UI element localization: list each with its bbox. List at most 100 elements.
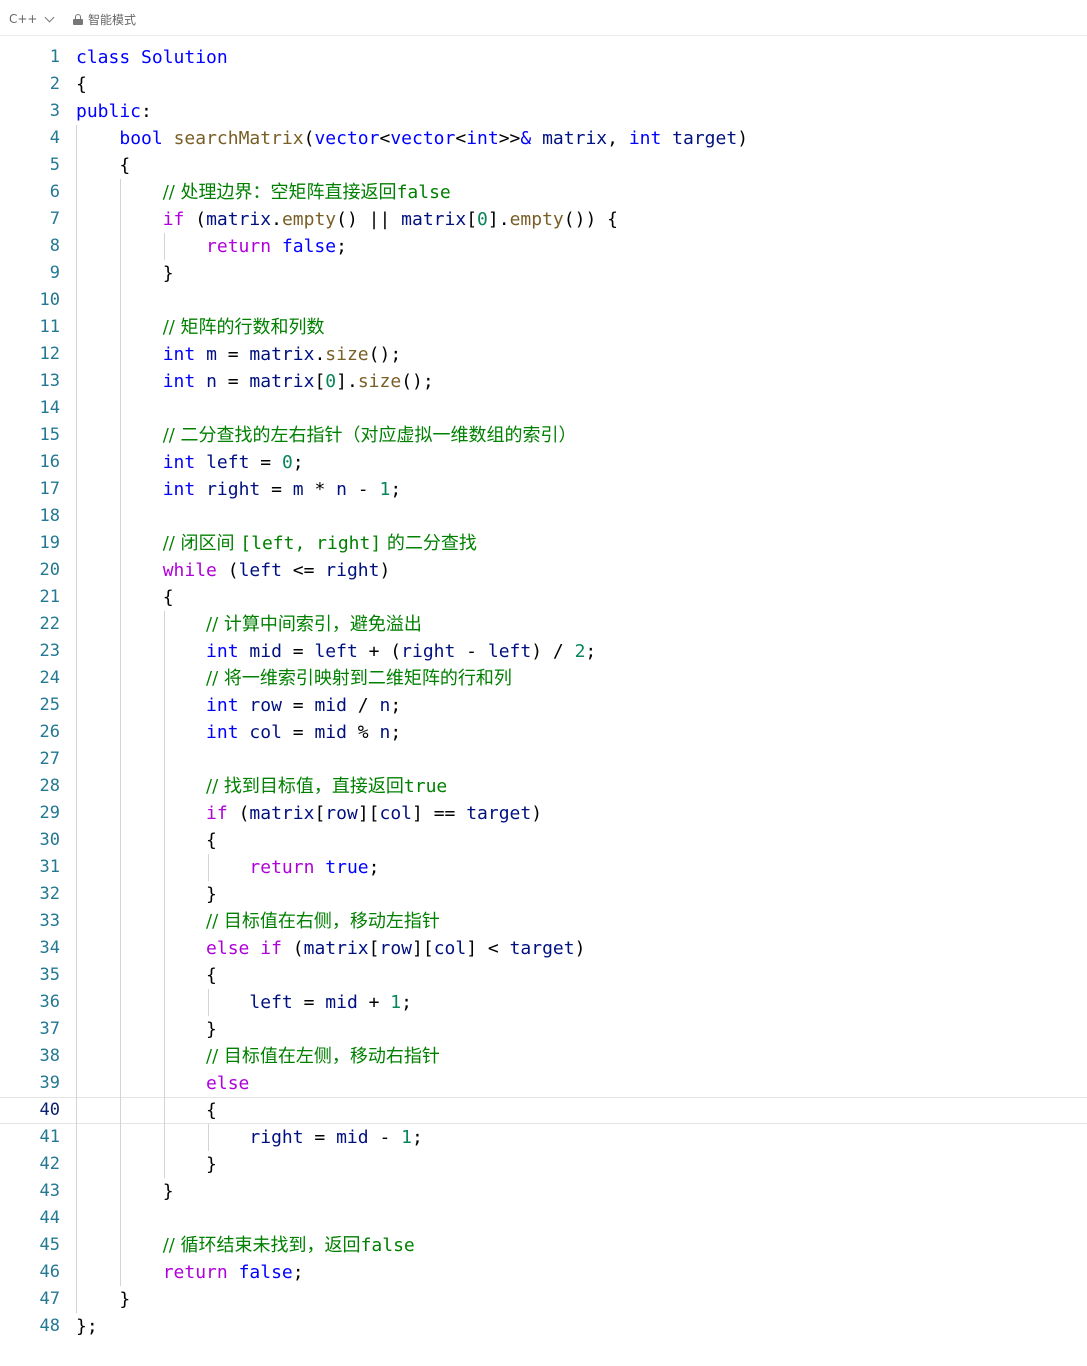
line-number: 9	[49, 263, 60, 283]
code-text: // 二分查找的左右指针（对应虚拟一维数组的索引）	[162, 425, 577, 446]
code-line[interactable]: 16 int left = 0;	[0, 449, 1087, 476]
line-number: 28	[39, 776, 60, 796]
code-line[interactable]: 10	[0, 287, 1087, 314]
chevron-down-icon	[44, 12, 54, 22]
line-number: 29	[39, 803, 60, 823]
code-text: // 闭区间 [left, right] 的二分查找	[162, 533, 477, 554]
line-number: 27	[39, 749, 60, 769]
code-text: {	[76, 1100, 217, 1121]
code-text: // 目标值在左侧，移动右指针	[206, 1046, 440, 1067]
code-line[interactable]: 13 int n = matrix[0].size();	[0, 368, 1087, 395]
code-text: int col = mid % n;	[206, 722, 402, 743]
line-number: 5	[49, 155, 60, 175]
line-number: 18	[39, 506, 60, 526]
line-number: 30	[39, 830, 60, 850]
line-number: 15	[39, 425, 60, 445]
code-text: }	[76, 1289, 131, 1310]
code-text: }	[76, 1181, 174, 1202]
code-text: // 找到目标值，直接返回true	[206, 776, 448, 797]
code-text: left = mid + 1;	[249, 992, 412, 1013]
line-number: 41	[39, 1127, 60, 1147]
code-line[interactable]: 12 int m = matrix.size();	[0, 341, 1087, 368]
lock-icon	[73, 13, 83, 25]
code-editor[interactable]: 1 class Solution 2{3 public: 4 bool searchMa…	[0, 44, 1087, 1366]
line-number: 43	[39, 1181, 60, 1201]
code-line[interactable]: 48};	[0, 1313, 1087, 1340]
line-number: 35	[39, 965, 60, 985]
line-number: 25	[39, 695, 60, 715]
code-text: }	[76, 1019, 217, 1040]
editor-toolbar: C++ 智能模式	[0, 0, 1087, 36]
indent-guide	[208, 989, 209, 1016]
language-select[interactable]: C++	[9, 11, 54, 27]
line-number: 45	[39, 1235, 60, 1255]
line-number: 23	[39, 641, 60, 661]
code-line[interactable]: 1 class Solution	[0, 44, 1087, 71]
line-number: 48	[39, 1316, 60, 1336]
code-text: int m = matrix.size();	[162, 344, 402, 365]
code-line[interactable]: 2{	[0, 71, 1087, 98]
line-number: 10	[39, 290, 60, 310]
line-number: 6	[49, 182, 60, 202]
line-number: 39	[39, 1073, 60, 1093]
code-text: class Solution	[76, 47, 228, 68]
code-text: }	[76, 263, 174, 284]
language-label: C++	[9, 12, 38, 26]
code-line[interactable]: 17 int right = m * n - 1;	[0, 476, 1087, 503]
line-number: 1	[49, 47, 60, 67]
line-number: 3	[49, 101, 60, 121]
code-text: // 将一维索引映射到二维矩阵的行和列	[206, 668, 512, 689]
line-number: 36	[39, 992, 60, 1012]
line-number: 31	[39, 857, 60, 877]
line-number: 26	[39, 722, 60, 742]
code-line[interactable]: 5 {	[0, 152, 1087, 179]
code-text: public:	[76, 101, 152, 122]
code-line[interactable]: 9 }	[0, 260, 1087, 287]
line-number: 19	[39, 533, 60, 553]
code-line[interactable]: 19 // 闭区间 [left, right] 的二分查找	[0, 530, 1087, 557]
line-number: 16	[39, 452, 60, 472]
line-number: 21	[39, 587, 60, 607]
indent-guide	[164, 233, 165, 260]
code-text: else if (matrix[row][col] < target)	[206, 938, 586, 959]
code-line[interactable]: 14	[0, 395, 1087, 422]
code-line[interactable]: 3 public:	[0, 98, 1087, 125]
code-text: right = mid - 1;	[249, 1127, 423, 1148]
code-line[interactable]: 18	[0, 503, 1087, 530]
line-number: 40	[39, 1100, 60, 1120]
code-line[interactable]: 46 return false;	[0, 1259, 1087, 1286]
code-text: // 计算中间索引，避免溢出	[206, 614, 422, 635]
code-line[interactable]: 4 bool searchMatrix(vector<vector<int>>&…	[0, 125, 1087, 152]
code-text: return false;	[206, 236, 347, 257]
code-line[interactable]: 21 {	[0, 584, 1087, 611]
line-number: 13	[39, 371, 60, 391]
line-number: 14	[39, 398, 60, 418]
code-text: // 处理边界：空矩阵直接返回false	[162, 182, 451, 203]
code-line[interactable]: 20 while (left <= right)	[0, 557, 1087, 584]
line-number: 20	[39, 560, 60, 580]
line-number: 33	[39, 911, 60, 931]
code-text: }	[76, 1154, 217, 1175]
code-line[interactable]: 15 // 二分查找的左右指针（对应虚拟一维数组的索引）	[0, 422, 1087, 449]
code-line[interactable]: 43 }	[0, 1178, 1087, 1205]
code-line[interactable]: 47 }	[0, 1286, 1087, 1313]
code-line[interactable]: 11 // 矩阵的行数和列数	[0, 314, 1087, 341]
code-line[interactable]: 7 if (matrix.empty() || matrix[0].empty(…	[0, 206, 1087, 233]
code-text: };	[76, 1316, 98, 1337]
code-text: int left = 0;	[162, 452, 304, 473]
code-text: return false;	[162, 1262, 304, 1283]
code-text: bool searchMatrix(vector<vector<int>>& m…	[119, 128, 749, 149]
code-line[interactable]: 45 // 循环结束未找到，返回false	[0, 1232, 1087, 1259]
code-line[interactable]: 44	[0, 1205, 1087, 1232]
code-text: else	[206, 1073, 250, 1094]
indent-guide	[120, 179, 121, 1286]
line-number: 2	[49, 74, 60, 94]
indent-guide	[164, 611, 165, 1178]
indent-guide	[208, 854, 209, 881]
code-line[interactable]: 6 // 处理边界：空矩阵直接返回false	[0, 179, 1087, 206]
code-text: // 目标值在右侧，移动左指针	[206, 911, 440, 932]
line-number: 46	[39, 1262, 60, 1282]
line-number: 38	[39, 1046, 60, 1066]
mode-toggle[interactable]: 智能模式	[73, 11, 136, 27]
mode-label: 智能模式	[88, 12, 137, 27]
